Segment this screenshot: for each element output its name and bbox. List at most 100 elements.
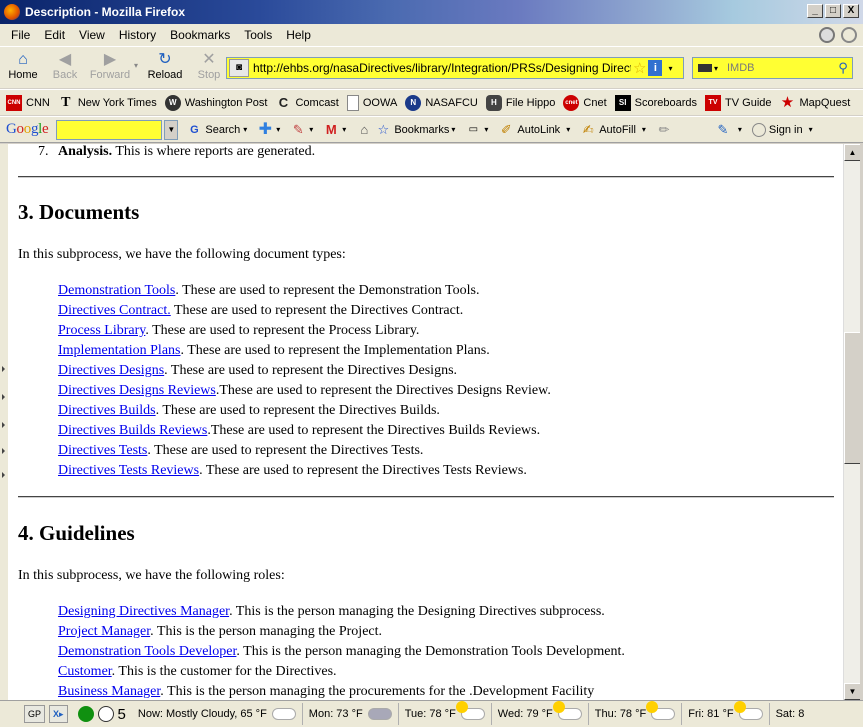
weather-tue[interactable]: Tue: 78 °F [399, 701, 492, 725]
section-heading-documents: 3. Documents [18, 200, 140, 224]
wapo-icon: W [164, 94, 181, 111]
url-dropdown-icon[interactable]: ▾ [668, 64, 672, 73]
clock-icon[interactable] [97, 706, 114, 722]
google-share-button[interactable]: ✎ ▾ [290, 122, 313, 138]
bookmark-new-york-times[interactable]: T New York Times [58, 95, 157, 111]
sun-cloud-icon [733, 701, 763, 720]
bookmark-washington-post[interactable]: W Washington Post [164, 94, 267, 111]
bookmarks-toolbar: CNN CNN T New York Times W Washington Po… [0, 89, 863, 115]
search-box[interactable]: ▾ IMDB ⚲ [692, 57, 853, 79]
sidebar-splitter[interactable] [0, 144, 8, 700]
rain-cloud-icon [367, 708, 392, 720]
bookmark-comcast[interactable]: C Comcast [275, 95, 339, 111]
google-g-icon: G [190, 123, 199, 136]
weather-now[interactable]: Now: Mostly Cloudy, 65 °F [132, 703, 303, 725]
bookmark-star-icon[interactable]: ☆ [633, 59, 646, 77]
document-link[interactable]: Directives Contract. [58, 303, 171, 318]
menu-view[interactable]: View [72, 28, 112, 42]
document-link[interactable]: Directives Builds Reviews [58, 423, 207, 438]
history-dropdown-icon[interactable]: ▾ [134, 61, 142, 70]
role-link[interactable]: Designing Directives Manager [58, 604, 229, 619]
status-icon [819, 27, 835, 43]
back-button[interactable]: ◀ Back [44, 47, 86, 87]
user-icon [751, 122, 766, 137]
role-link[interactable]: Project Manager [58, 624, 150, 639]
si-icon: SI [614, 94, 631, 111]
bookmark-file-hippo[interactable]: H File Hippo [485, 94, 555, 111]
extension-icon[interactable]: X▸ [49, 705, 68, 723]
bookmark-mapquest[interactable]: ★ MapQuest [780, 93, 850, 111]
role-link[interactable]: Customer [58, 664, 112, 679]
gmail-button[interactable]: M ▾ [323, 122, 346, 138]
bookmark-nasafcu[interactable]: N NASAFCU [405, 94, 478, 111]
vertical-scrollbar[interactable]: ▲ ▼ [843, 144, 861, 700]
role-link[interactable]: Demonstration Tools Developer [58, 644, 236, 659]
bookmark-cnet[interactable]: cnet Cnet [563, 94, 607, 111]
document-link[interactable]: Directives Tests [58, 443, 147, 458]
role-link[interactable]: Business Manager [58, 684, 160, 699]
info-icon[interactable]: i [648, 60, 663, 76]
google-bookmarks-button[interactable]: ⌂ ☆ Bookmarks ▾ [356, 122, 455, 138]
document-link[interactable]: Directives Designs [58, 363, 164, 378]
url-bar[interactable]: ◙ http://ehbs.org/nasaDirectives/library… [226, 57, 684, 79]
pencil-icon: ✏ [658, 121, 670, 137]
weather-sat[interactable]: Sat: 8 [770, 703, 811, 725]
search-input[interactable]: IMDB [723, 62, 834, 74]
menu-tools[interactable]: Tools [237, 28, 279, 42]
menu-file[interactable]: File [4, 28, 37, 42]
document-link[interactable]: Process Library [58, 323, 145, 338]
document-link[interactable]: Implementation Plans [58, 343, 180, 358]
bookmark-scoreboards[interactable]: SI Scoreboards [614, 94, 697, 111]
google-logo[interactable]: Google [6, 121, 49, 138]
pencil-button[interactable]: ✏ [656, 122, 675, 138]
settings-button[interactable]: ✎ ▾ [715, 122, 741, 138]
document-link[interactable]: Directives Designs Reviews [58, 383, 216, 398]
weather-thu[interactable]: Thu: 78 °F [589, 701, 683, 725]
autofill-button[interactable]: ✍ AutoFill ▾ [580, 122, 646, 138]
roles-list: Designing Directives Manager. This is th… [58, 602, 625, 700]
bookmark-tv-guide[interactable]: TV TV Guide [705, 94, 772, 111]
document-link[interactable]: Demonstration Tools [58, 283, 175, 298]
google-search-dropdown[interactable]: ▼ [164, 119, 179, 140]
close-button[interactable]: X [843, 4, 859, 18]
menu-history[interactable]: History [112, 28, 163, 42]
document-link[interactable]: Directives Tests Reviews [58, 463, 199, 478]
gp-badge[interactable]: GP [24, 705, 46, 723]
plus-icon: ✚ [258, 120, 272, 138]
weather-fri[interactable]: Fri: 81 °F [682, 701, 770, 725]
autolink-button[interactable]: ✐ AutoLink ▾ [498, 122, 570, 138]
notification-count[interactable]: 5 [118, 706, 126, 723]
search-icon[interactable]: ⚲ [834, 60, 852, 76]
search-engine-icon[interactable]: ▾ [693, 59, 723, 77]
scroll-down-icon[interactable]: ▼ [844, 683, 861, 700]
home-button[interactable]: ⌂ Home [2, 47, 44, 87]
scroll-thumb[interactable] [844, 332, 861, 464]
list-item: Demonstration Tools Developer. This is t… [58, 644, 625, 659]
mapquest-icon: ★ [780, 93, 795, 111]
firefox-icon [4, 4, 20, 20]
gmail-icon: M [325, 121, 337, 137]
tvguide-icon: TV [705, 94, 722, 111]
maximize-button[interactable]: □ [825, 4, 841, 18]
weather-wed[interactable]: Wed: 79 °F [492, 701, 589, 725]
reload-button[interactable]: ↻ Reload [142, 47, 188, 87]
bookmark-cnn[interactable]: CNN CNN [6, 94, 50, 111]
forward-button[interactable]: ▶ Forward [86, 47, 134, 87]
document-link[interactable]: Directives Builds [58, 403, 156, 418]
bookmark-oowa[interactable]: OOWA [346, 94, 397, 111]
menu-bookmarks[interactable]: Bookmarks [163, 28, 237, 42]
menu-help[interactable]: Help [279, 28, 318, 42]
scroll-up-icon[interactable]: ▲ [844, 144, 861, 161]
weather-mon[interactable]: Mon: 73 °F [303, 703, 399, 725]
google-plus-button[interactable]: ✚ ▾ [257, 120, 281, 138]
sign-in-button[interactable]: Sign in ▾ [751, 122, 813, 137]
google-options-button[interactable]: ▭ ▾ [465, 122, 489, 138]
minimize-button[interactable]: _ [807, 4, 823, 18]
menu-edit[interactable]: Edit [37, 28, 72, 42]
list-item: Directives Designs. These are used to re… [58, 363, 458, 378]
google-search-button[interactable]: G Search ▾ [186, 122, 247, 138]
google-search-input[interactable] [56, 119, 163, 140]
stop-button[interactable]: ✕ Stop [188, 47, 230, 87]
green-status-icon[interactable] [77, 706, 94, 722]
url-text[interactable]: http://ehbs.org/nasaDirectives/library/I… [253, 61, 631, 75]
